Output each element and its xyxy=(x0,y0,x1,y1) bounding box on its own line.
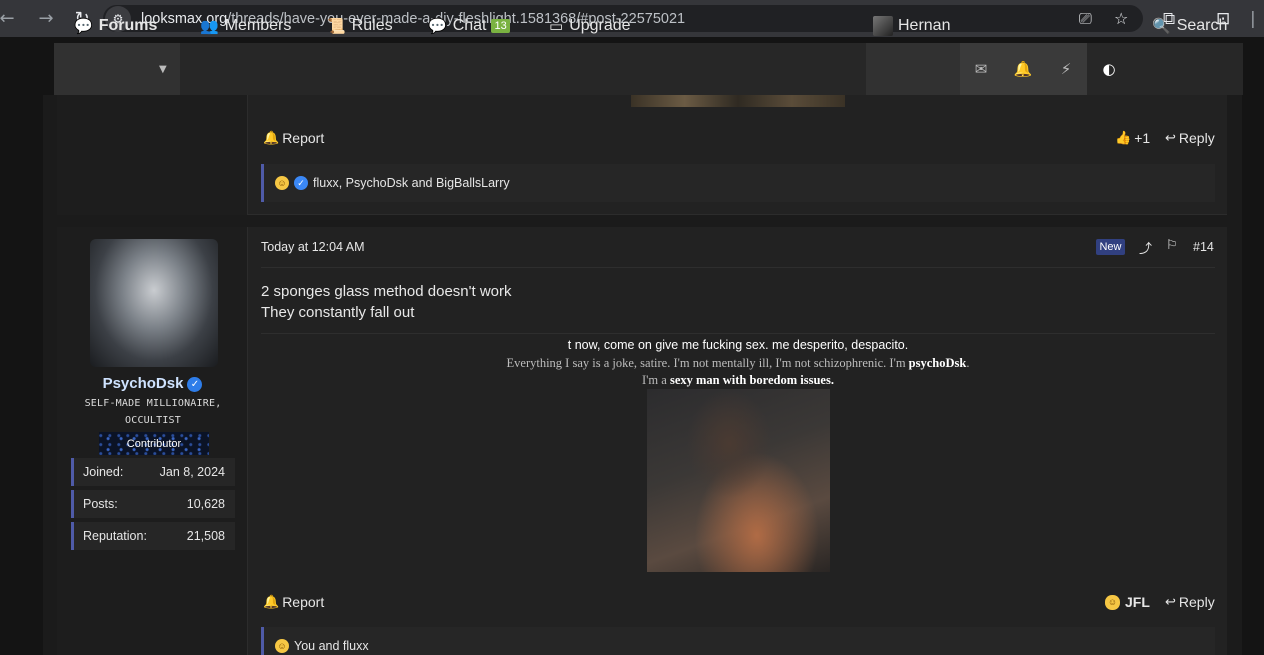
author-title: SELF-MADE MILLIONAIRE, OCCULTIST xyxy=(84,398,222,426)
post-14 xyxy=(57,227,1227,655)
bookmark-star-icon[interactable]: ☆ xyxy=(1114,9,1128,28)
signature-line-2: Everything I say is a joke, satire. I'm … xyxy=(506,356,970,370)
rules-icon: 📜 xyxy=(327,17,346,35)
bell-icon[interactable]: 🔔 xyxy=(1010,43,1036,95)
post-number[interactable]: #14 xyxy=(1193,240,1214,254)
nav-upgrade[interactable]: ▭ Upgrade xyxy=(549,0,631,52)
stat-posts: Posts: 10,628 xyxy=(71,490,235,518)
reactions-summary[interactable]: ☺ ✓ fluxx, PsychoDsk and BigBallsLarry xyxy=(261,164,1215,202)
post-date[interactable]: Today at 12:04 AM xyxy=(261,240,365,254)
nav-chat[interactable]: 💬 Chat 13 xyxy=(428,0,510,52)
members-icon: 👥 xyxy=(200,17,219,35)
install-app-icon[interactable]: ⎚ xyxy=(1079,9,1092,29)
signature-line-3: I'm a sexy man with boredom issues. xyxy=(642,373,834,387)
laugh-reaction-icon: ☺ xyxy=(275,639,289,653)
nav-user-account[interactable]: Hernan xyxy=(873,0,950,52)
thumbs-up-icon: 👍 xyxy=(1115,130,1132,146)
nav-forums[interactable]: 💬 Forums xyxy=(74,0,157,52)
bell-icon: 🔔 xyxy=(263,130,280,146)
chat-icon: 💬 xyxy=(428,17,447,35)
new-badge: New xyxy=(1096,239,1125,255)
reply-arrow-icon: ↩ xyxy=(1165,130,1176,146)
user-avatar-small xyxy=(873,16,893,36)
signature-image[interactable] xyxy=(647,389,830,572)
reply-arrow-icon: ↩ xyxy=(1165,594,1176,610)
bolt-icon[interactable]: ⚡ xyxy=(1053,43,1079,95)
divider xyxy=(261,267,1215,268)
reply-button[interactable]: ↩ Reply xyxy=(1165,594,1215,610)
stat-reputation: Reputation: 21,508 xyxy=(71,522,235,550)
post-message: 2 sponges glass method doesn't work They… xyxy=(261,283,512,321)
reactions-summary[interactable]: ☺ You and fluxx xyxy=(261,627,1215,655)
author-avatar[interactable] xyxy=(90,239,218,367)
forward-arrow-icon[interactable]: → xyxy=(28,0,64,37)
signature-line-1: t now, come on give me fucking sex. me d… xyxy=(567,338,909,352)
contributor-banner: Contributor xyxy=(99,432,209,455)
author-username[interactable]: PsychoDsk ✓ xyxy=(57,375,248,392)
nav-rules[interactable]: 📜 Rules xyxy=(327,0,393,52)
share-icon[interactable]: ⤴ xyxy=(1139,238,1152,257)
forums-icon: 💬 xyxy=(74,17,93,35)
signature-divider xyxy=(261,333,1215,334)
envelope-icon[interactable]: ✉ xyxy=(968,43,994,95)
post-user-column xyxy=(57,95,248,215)
chevron-down-icon[interactable]: ▼ xyxy=(159,43,167,95)
stat-joined: Joined: Jan 8, 2024 xyxy=(71,458,235,486)
back-arrow-icon[interactable]: ← xyxy=(0,0,15,37)
report-button[interactable]: 🔔 Report xyxy=(263,130,324,146)
verified-check-icon: ✓ xyxy=(187,376,203,392)
like-button[interactable]: 👍 +1 xyxy=(1115,130,1150,146)
report-button[interactable]: 🔔 Report xyxy=(263,594,324,610)
toggle-icon[interactable]: ◐ xyxy=(1095,43,1123,95)
bell-icon: 🔔 xyxy=(263,594,280,610)
credit-card-icon: ▭ xyxy=(549,17,564,35)
post-image-tail[interactable] xyxy=(631,95,845,107)
like-reaction-icon: ✓ xyxy=(294,176,308,190)
bookmark-icon[interactable]: ⚐ xyxy=(1166,238,1178,253)
chat-count-badge: 13 xyxy=(491,19,510,33)
laugh-reaction-icon: ☺ xyxy=(275,176,289,190)
reaction-button[interactable]: ☺ JFL xyxy=(1105,594,1150,610)
reply-button[interactable]: ↩ Reply xyxy=(1165,130,1215,146)
search-icon: 🔍 xyxy=(1152,17,1171,35)
laugh-reaction-icon: ☺ xyxy=(1105,594,1120,610)
menu-divider: | xyxy=(1250,9,1256,29)
nav-search[interactable]: 🔍 Search xyxy=(1152,0,1227,52)
nav-members[interactable]: 👥 Members xyxy=(200,0,291,52)
